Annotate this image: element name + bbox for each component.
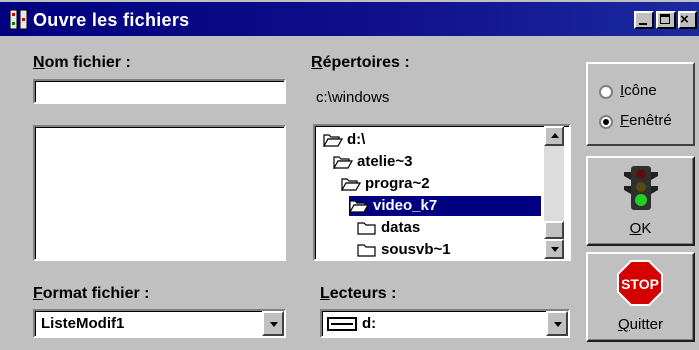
file-list[interactable] <box>33 125 286 261</box>
maximize-icon <box>660 14 670 24</box>
svg-text:STOP: STOP <box>621 276 659 292</box>
scroll-up-button[interactable] <box>544 126 564 146</box>
filename-input[interactable] <box>33 79 286 104</box>
directory-item-label: d:\ <box>347 131 366 148</box>
directory-item-label: sousvb~1 <box>381 241 451 258</box>
directory-tree[interactable]: d:\ atelie~3 progra~2 video_k7datas sousvb~1 <box>313 124 571 261</box>
format-select[interactable]: ListeModif1 <box>33 309 286 338</box>
title-bar[interactable]: Ouvre les fichiers × <box>0 2 699 36</box>
traffic-light-icon <box>624 166 658 210</box>
arrow-up-icon <box>551 133 559 138</box>
directory-item[interactable]: atelie~3 <box>333 152 523 172</box>
radio-fenetre[interactable] <box>599 115 613 129</box>
format-label: Format fichier : <box>33 285 150 302</box>
format-select-value: ListeModif1 <box>41 315 125 332</box>
directory-item[interactable]: d:\ <box>323 130 513 150</box>
minimize-button[interactable] <box>634 11 654 29</box>
ok-label: OK <box>629 220 652 237</box>
dialog-window: Ouvre les fichiers × Nom fichier : Réper… <box>0 0 699 350</box>
radio-icone[interactable] <box>599 85 613 99</box>
filename-label: Nom fichier : <box>33 54 131 71</box>
directory-item[interactable]: progra~2 <box>341 174 531 194</box>
directory-scrollbar[interactable] <box>544 126 564 259</box>
scroll-down-button[interactable] <box>544 239 564 259</box>
maximize-button[interactable] <box>656 11 676 29</box>
drive-select-value: d: <box>362 315 377 332</box>
directory-item-label: datas <box>381 219 421 236</box>
quit-label: Quitter <box>617 316 664 333</box>
drive-dropdown-button[interactable] <box>546 311 568 336</box>
directory-item-label: video_k7 <box>373 197 438 214</box>
app-icon <box>9 9 28 30</box>
ok-button[interactable]: OK <box>586 156 695 246</box>
stop-sign-icon: STOP <box>617 260 663 306</box>
scroll-thumb[interactable] <box>544 221 564 239</box>
directory-item[interactable]: sousvb~1 <box>357 240 547 259</box>
chevron-down-icon <box>270 322 278 327</box>
minimize-icon <box>639 23 647 25</box>
chevron-down-icon <box>554 322 562 327</box>
radio-fenetre-label[interactable]: Fenêtré <box>620 112 672 129</box>
directory-item-label: progra~2 <box>365 175 430 192</box>
directory-item-label: atelie~3 <box>357 153 413 170</box>
directories-label: Répertoires : <box>311 54 410 71</box>
drive-select[interactable]: d: <box>320 309 570 338</box>
current-path: c:\windows <box>316 89 390 106</box>
directory-item[interactable]: video_k7 <box>349 196 541 216</box>
format-dropdown-button[interactable] <box>262 311 284 336</box>
close-icon: × <box>680 11 689 28</box>
quit-button[interactable]: STOP Quitter <box>586 252 695 342</box>
window-title: Ouvre les fichiers <box>33 10 190 30</box>
drive-icon <box>327 317 357 331</box>
drives-label: Lecteurs : <box>320 285 397 302</box>
directory-item[interactable]: datas <box>357 218 547 238</box>
view-options-group: Icône Fenêtré <box>586 62 695 146</box>
radio-icone-label[interactable]: Icône <box>620 82 657 99</box>
close-button[interactable]: × <box>678 11 697 29</box>
arrow-down-icon <box>551 247 559 252</box>
